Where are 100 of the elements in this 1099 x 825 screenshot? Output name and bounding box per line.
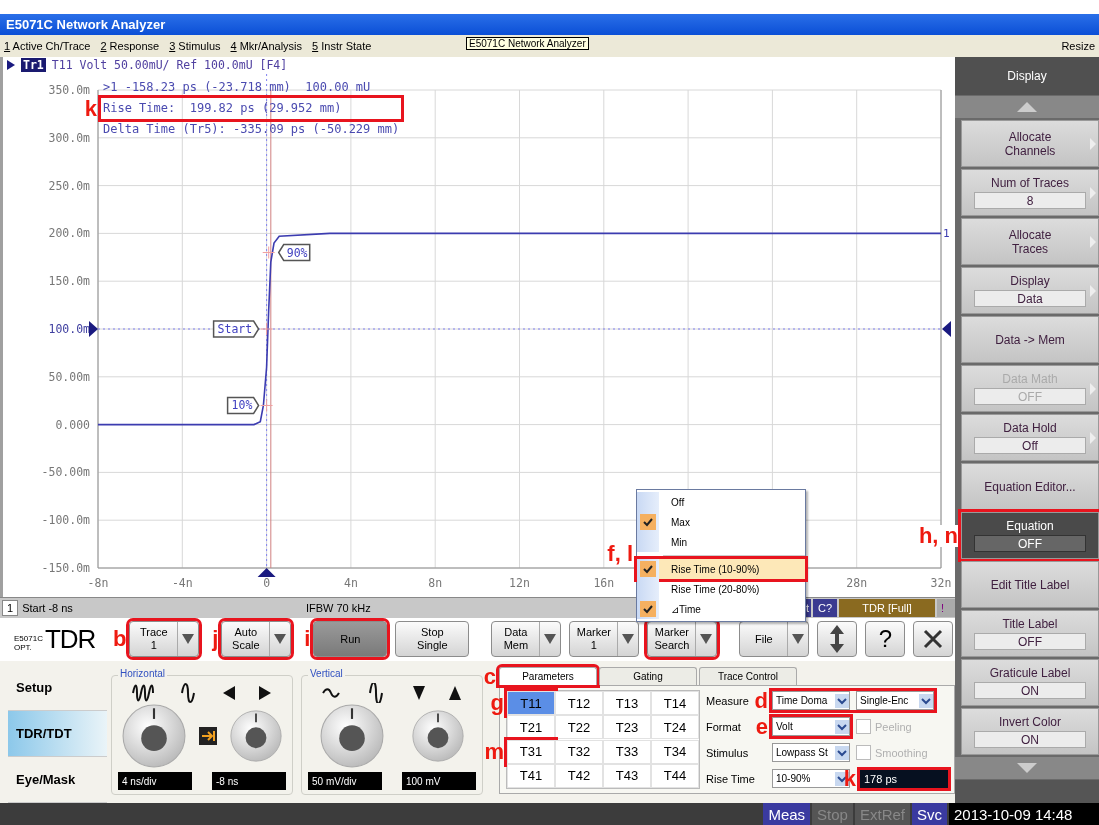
marker-number: 1 <box>943 227 950 241</box>
parameter-button[interactable]: T12 <box>555 691 603 715</box>
parameter-button[interactable]: T43 <box>603 763 651 788</box>
compress-wave-icon[interactable] <box>130 683 155 703</box>
tab[interactable]: Gating <box>599 667 697 685</box>
menu-option[interactable]: Rise Time (20-80%) <box>637 579 805 599</box>
reference-left-triangle-icon[interactable] <box>89 321 98 337</box>
group-title: Horizontal <box>118 668 168 679</box>
softkey-label: Data -> Mem <box>995 332 1065 347</box>
parameter-button[interactable]: T13 <box>603 691 651 715</box>
softkey[interactable]: Title Label OFF <box>961 610 1099 657</box>
annotation: Start <box>217 322 253 336</box>
side-tab[interactable]: TDR/TDT <box>8 711 107 757</box>
softkey[interactable]: Invert Color ON <box>961 708 1099 755</box>
parameter-button[interactable]: T42 <box>555 763 603 788</box>
rotary-knob[interactable] <box>122 704 187 768</box>
status-indicator: Svc <box>912 803 947 825</box>
checkbox[interactable] <box>856 745 871 760</box>
parameter-button[interactable]: T41 <box>507 763 555 788</box>
menu-item[interactable]: 4 Mkr/Analysis <box>230 40 303 52</box>
dropdown-button[interactable]: File <box>739 621 810 658</box>
status-indicator: 2013-10-09 14:48 <box>949 803 1099 825</box>
y-tick-label: 100.0m <box>48 322 90 336</box>
x-tick-label: 4n <box>343 576 358 590</box>
softkey[interactable]: Graticule Label ON <box>961 659 1099 706</box>
annotation-letter: k <box>84 97 97 120</box>
annotation-letter: b <box>112 628 127 651</box>
checkbox[interactable] <box>856 719 871 734</box>
softkey-label: Allocate Channels <box>1004 129 1056 158</box>
softkey-label: Equation <box>1006 519 1054 533</box>
parameter-button[interactable]: T44 <box>651 763 699 788</box>
softkey[interactable]: Num of Traces 8 <box>961 169 1099 216</box>
window-title: E5071C Network Analyzer <box>0 14 1099 35</box>
rotary-knob[interactable] <box>320 704 384 768</box>
crosshair-icon <box>260 399 274 412</box>
dropdown[interactable]: Lowpass St <box>772 743 850 762</box>
softkey[interactable]: Equation Editor... <box>961 463 1099 510</box>
tab[interactable]: Trace Control <box>699 667 797 685</box>
menu-item[interactable]: 1 Active Ch/Trace <box>4 40 91 52</box>
softkey[interactable]: Edit Title Label <box>961 561 1099 608</box>
parameter-button[interactable]: T14 <box>651 691 699 715</box>
value-readout: 100 mV <box>402 772 476 790</box>
annotation: 10% <box>231 398 253 413</box>
softkey[interactable]: Allocate Traces <box>961 218 1099 265</box>
menu-item[interactable]: Resize <box>1061 40 1095 52</box>
parameter-button[interactable]: T21 <box>507 715 555 740</box>
parameter-button[interactable]: T33 <box>603 739 651 764</box>
menu-item[interactable]: 3 Stimulus <box>169 40 221 52</box>
dropdown[interactable]: Single-Enc <box>856 691 934 710</box>
parameter-button[interactable]: T34 <box>651 739 699 764</box>
softkey[interactable]: Data -> Mem <box>961 316 1099 363</box>
rotary-knob[interactable] <box>412 710 464 762</box>
softkey-value: 8 <box>974 192 1086 209</box>
softkey[interactable]: Display Data <box>961 267 1099 314</box>
dropdown-button[interactable]: Marker Search <box>647 621 718 658</box>
chevron-icon <box>835 719 849 734</box>
left-triangle-icon[interactable] <box>221 683 238 703</box>
menu-item[interactable]: 5 Instr State <box>312 40 372 52</box>
link-arrow-icon[interactable] <box>199 727 217 745</box>
softkey[interactable]: Data Hold Off <box>961 414 1099 461</box>
menu-item[interactable]: 2 Response <box>100 40 160 52</box>
menu-option[interactable]: ⊿Time <box>637 599 805 619</box>
menu-option[interactable]: Max <box>637 512 805 532</box>
toolbar-button[interactable]: Stop Single <box>395 621 470 658</box>
parameter-button[interactable]: T24 <box>651 715 699 740</box>
x-tick-label: -4n <box>171 576 193 590</box>
dropdown[interactable]: Time Doma <box>772 691 850 710</box>
marker-readout: >1 -158.23 ps (-23.718 mm) 100.00 mU <box>102 79 372 96</box>
softkey[interactable]: Allocate Channels <box>961 120 1099 167</box>
y-tick-label: 250.0m <box>48 178 90 193</box>
caret-icon <box>182 633 195 646</box>
parameter-button[interactable]: T22 <box>555 715 603 740</box>
active-trace-triangle-icon <box>7 59 15 70</box>
x-tick-label: 12n <box>509 576 530 590</box>
y-tick-label: 150.0m <box>48 274 90 289</box>
parameter-button[interactable]: T23 <box>603 715 651 740</box>
channel-status-field: 1 <box>2 599 19 616</box>
resize-button[interactable] <box>817 621 858 658</box>
grow-wave-icon[interactable] <box>368 683 384 703</box>
caret-icon <box>622 633 635 646</box>
marker-triangle-icon[interactable] <box>257 568 276 577</box>
field-label: Measure <box>706 694 749 707</box>
trace-badge[interactable]: Tr1 <box>21 57 46 72</box>
chevron-icon <box>835 693 849 708</box>
menu-option[interactable]: Off <box>637 492 805 512</box>
channel-status-field: ! <box>937 598 955 617</box>
menu-option[interactable]: Min <box>637 532 805 552</box>
close-button[interactable] <box>913 621 954 658</box>
dropdown[interactable]: Volt <box>772 717 850 736</box>
logo-name: TDR <box>44 626 96 653</box>
softkey-label: Num of Traces <box>991 176 1069 190</box>
reference-right-triangle-icon[interactable] <box>942 321 951 337</box>
help-button[interactable]: ? <box>865 621 906 658</box>
rotary-knob[interactable] <box>229 710 282 762</box>
dropdown-button[interactable]: Marker 1 <box>569 621 640 658</box>
value-readout: -8 ns <box>212 772 286 790</box>
stretch-wave-icon[interactable] <box>180 683 196 703</box>
x-tick-label: 8n <box>428 576 443 590</box>
dropdown-button[interactable]: Data Mem <box>491 621 562 658</box>
parameter-button[interactable]: T32 <box>555 739 603 764</box>
